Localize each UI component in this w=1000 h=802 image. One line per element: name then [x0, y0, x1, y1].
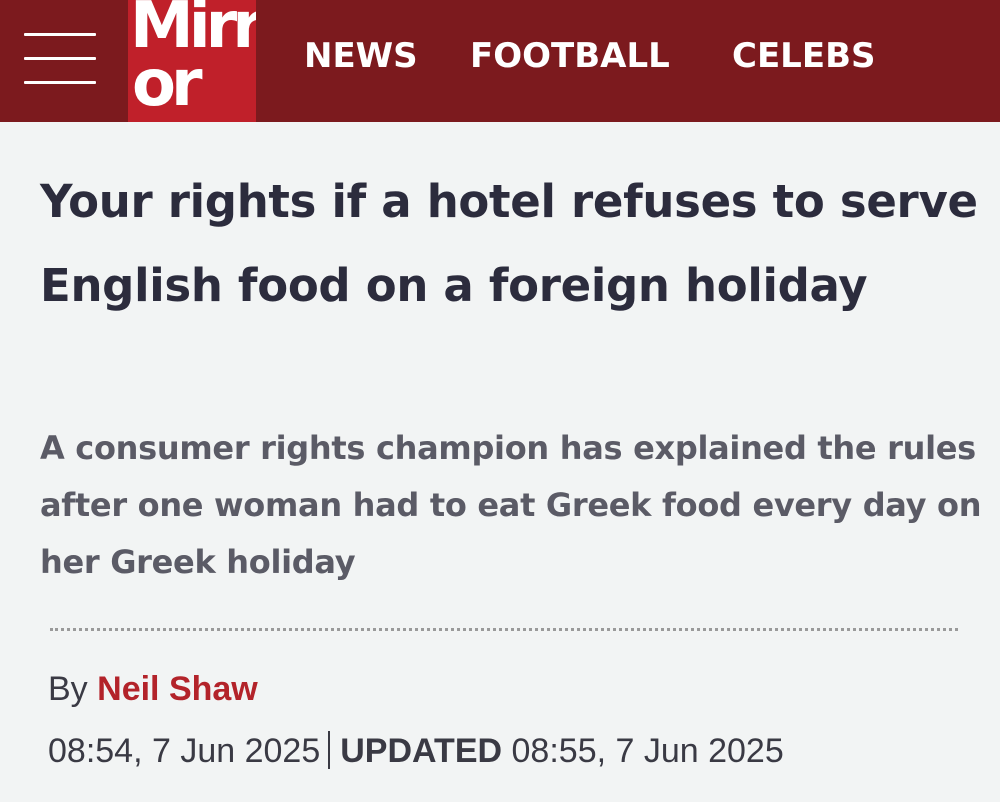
nav-link-news[interactable]: NEWS [304, 34, 418, 78]
menu-line [24, 81, 96, 84]
byline-prefix: By [48, 670, 88, 708]
nav-link-football[interactable]: FOOTBALL [470, 34, 670, 78]
logo-text-line2: or [132, 47, 202, 121]
published-time: 08:54, 7 Jun 2025 [48, 732, 321, 770]
top-navigation-bar: Mirr or NEWS FOOTBALL CELEBS [0, 0, 1000, 122]
article-headline: Your rights if a hotel refuses to serve … [40, 175, 978, 312]
updated-time: 08:55, 7 Jun 2025 [511, 732, 784, 770]
hamburger-menu-icon[interactable] [24, 30, 96, 90]
byline: By Neil Shaw [48, 664, 258, 714]
menu-line [24, 33, 96, 36]
updated-label: UPDATED [340, 732, 503, 770]
menu-line [24, 57, 96, 60]
mirror-logo[interactable]: Mirr or [128, 0, 256, 122]
article-standfirst: A consumer rights champion has explained… [40, 429, 982, 581]
article-timestamps: 08:54, 7 Jun 2025 UPDATED 08:55, 7 Jun 20… [48, 726, 784, 776]
nav-link-celebs[interactable]: CELEBS [732, 34, 875, 78]
dotted-divider [50, 628, 958, 631]
author-link[interactable]: Neil Shaw [97, 670, 258, 708]
timestamp-separator [328, 731, 331, 770]
